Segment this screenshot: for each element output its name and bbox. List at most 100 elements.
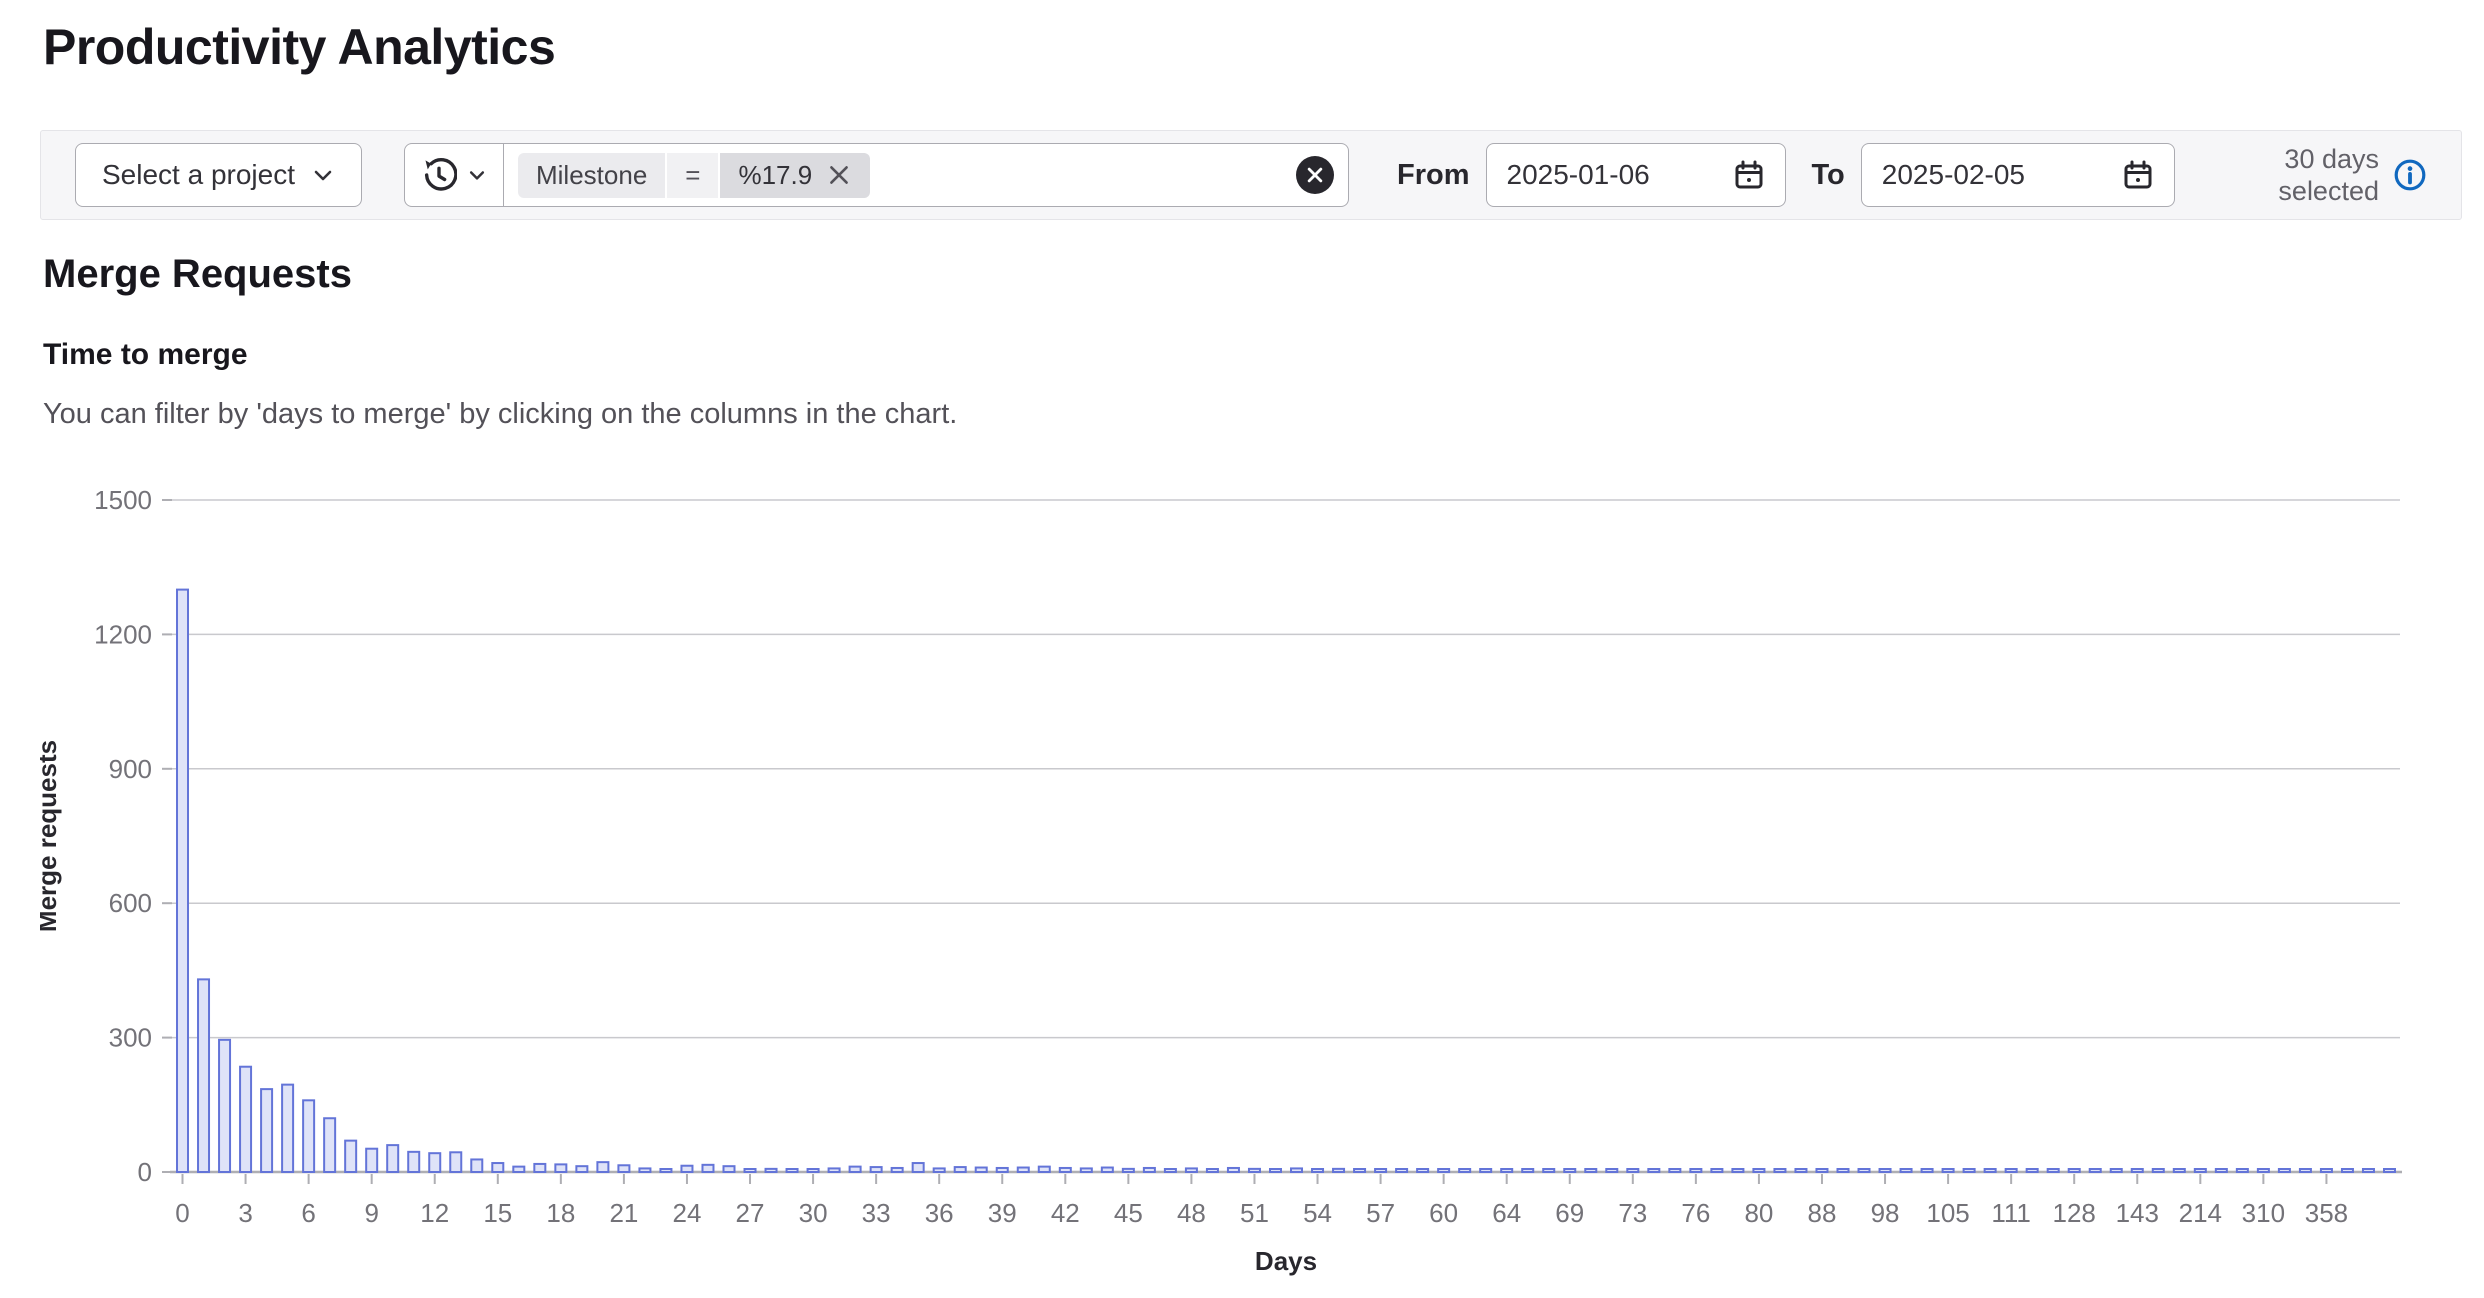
clear-search-button[interactable] xyxy=(1296,156,1334,194)
bar-day[interactable] xyxy=(1060,1168,1071,1172)
bar-day[interactable] xyxy=(1291,1168,1302,1172)
bar-day[interactable] xyxy=(219,1040,230,1172)
bar-day[interactable] xyxy=(2363,1169,2374,1172)
bar-day[interactable] xyxy=(555,1164,566,1172)
bar-day[interactable] xyxy=(2174,1169,2185,1172)
bar-day[interactable] xyxy=(1838,1169,1849,1172)
bar-day[interactable] xyxy=(1543,1169,1554,1172)
bar-day[interactable] xyxy=(2111,1169,2122,1172)
token-value[interactable]: %17.9 xyxy=(720,153,870,198)
bar-day[interactable] xyxy=(1922,1169,1933,1172)
bar-day[interactable] xyxy=(829,1168,840,1172)
bar-day[interactable] xyxy=(2237,1169,2248,1172)
bar-day[interactable] xyxy=(1901,1169,1912,1172)
bar-day[interactable] xyxy=(1774,1169,1785,1172)
bar-day[interactable] xyxy=(1816,1169,1827,1172)
bar-day[interactable] xyxy=(1669,1169,1680,1172)
bar-day[interactable] xyxy=(387,1145,398,1172)
bar-day[interactable] xyxy=(997,1168,1008,1172)
bar-day[interactable] xyxy=(1585,1169,1596,1172)
bar-day[interactable] xyxy=(513,1167,524,1172)
bar-day[interactable] xyxy=(1123,1169,1134,1172)
bar-day[interactable] xyxy=(324,1118,335,1172)
bar-day[interactable] xyxy=(1312,1169,1323,1172)
token-operator[interactable]: = xyxy=(667,153,718,198)
bar-day[interactable] xyxy=(1018,1168,1029,1172)
bar-day[interactable] xyxy=(2195,1169,2206,1172)
bar-day[interactable] xyxy=(1480,1169,1491,1172)
bar-day[interactable] xyxy=(450,1152,461,1172)
bar-day[interactable] xyxy=(2258,1169,2269,1172)
bar-day[interactable] xyxy=(1606,1169,1617,1172)
bar-day[interactable] xyxy=(1964,1169,1975,1172)
token-key[interactable]: Milestone xyxy=(518,153,665,198)
to-date-input[interactable]: 2025-02-05 xyxy=(1861,143,2175,207)
bar-day[interactable] xyxy=(1459,1169,1470,1172)
bar-day[interactable] xyxy=(660,1169,671,1172)
bar-day[interactable] xyxy=(2342,1169,2353,1172)
bar-day[interactable] xyxy=(303,1100,314,1172)
from-date-input[interactable]: 2025-01-06 xyxy=(1486,143,1786,207)
bar-day[interactable] xyxy=(1859,1169,1870,1172)
bar-day[interactable] xyxy=(913,1163,924,1172)
select-project-dropdown[interactable]: Select a project xyxy=(75,143,362,207)
bar-day[interactable] xyxy=(2090,1169,2101,1172)
bar-day[interactable] xyxy=(1522,1169,1533,1172)
bar-day[interactable] xyxy=(2048,1169,2059,1172)
bar-day[interactable] xyxy=(1165,1169,1176,1172)
bar-day[interactable] xyxy=(787,1169,798,1172)
bar-day[interactable] xyxy=(534,1164,545,1172)
bar-day[interactable] xyxy=(892,1168,903,1172)
bar-day[interactable] xyxy=(2321,1169,2332,1172)
bar-day[interactable] xyxy=(639,1168,650,1172)
bar-day[interactable] xyxy=(1880,1169,1891,1172)
bar-day[interactable] xyxy=(198,979,209,1172)
info-icon[interactable] xyxy=(2393,158,2427,192)
bar-day[interactable] xyxy=(366,1149,377,1172)
bar-day[interactable] xyxy=(2279,1169,2290,1172)
bar-day[interactable] xyxy=(240,1067,251,1172)
bar-day[interactable] xyxy=(1795,1169,1806,1172)
bar-day[interactable] xyxy=(1354,1169,1365,1172)
bar-day[interactable] xyxy=(597,1162,608,1172)
bar-day[interactable] xyxy=(618,1165,629,1172)
bar-day[interactable] xyxy=(681,1166,692,1172)
bar-day[interactable] xyxy=(1732,1169,1743,1172)
bar-day[interactable] xyxy=(1564,1169,1575,1172)
filtered-search-input[interactable]: Milestone = %17.9 xyxy=(504,143,1349,207)
bar-day[interactable] xyxy=(976,1168,987,1172)
bar-day[interactable] xyxy=(745,1169,756,1172)
bar-day[interactable] xyxy=(492,1163,503,1172)
bar-day[interactable] xyxy=(1985,1169,1996,1172)
bar-day[interactable] xyxy=(576,1166,587,1172)
bar-day[interactable] xyxy=(702,1165,713,1172)
bar-day[interactable] xyxy=(2384,1169,2395,1172)
bar-day[interactable] xyxy=(955,1167,966,1172)
bar-chart-svg[interactable]: 0300600900120015000369121518212427303336… xyxy=(40,470,2444,1298)
bar-day[interactable] xyxy=(1417,1169,1428,1172)
bar-day[interactable] xyxy=(2300,1169,2311,1172)
bar-day[interactable] xyxy=(808,1169,819,1172)
search-history-dropdown[interactable] xyxy=(404,143,504,207)
bar-day[interactable] xyxy=(1333,1169,1344,1172)
filter-token-milestone[interactable]: Milestone = %17.9 xyxy=(518,153,870,198)
bar-day[interactable] xyxy=(850,1167,861,1172)
bar-day[interactable] xyxy=(471,1159,482,1172)
bar-day[interactable] xyxy=(1375,1169,1386,1172)
bar-day[interactable] xyxy=(1943,1169,1954,1172)
bar-day[interactable] xyxy=(1102,1168,1113,1172)
bar-day[interactable] xyxy=(282,1085,293,1172)
bar-day[interactable] xyxy=(429,1153,440,1172)
bar-day[interactable] xyxy=(408,1152,419,1172)
bar-day[interactable] xyxy=(724,1166,735,1172)
bar-day[interactable] xyxy=(177,590,188,1172)
bar-day[interactable] xyxy=(2027,1169,2038,1172)
bar-day[interactable] xyxy=(1228,1168,1239,1172)
bar-day[interactable] xyxy=(1207,1169,1218,1172)
bar-day[interactable] xyxy=(766,1169,777,1172)
bar-day[interactable] xyxy=(1396,1169,1407,1172)
bar-day[interactable] xyxy=(261,1089,272,1172)
close-x-icon[interactable] xyxy=(826,162,852,188)
bar-day[interactable] xyxy=(1144,1168,1155,1172)
bar-day[interactable] xyxy=(1627,1169,1638,1172)
